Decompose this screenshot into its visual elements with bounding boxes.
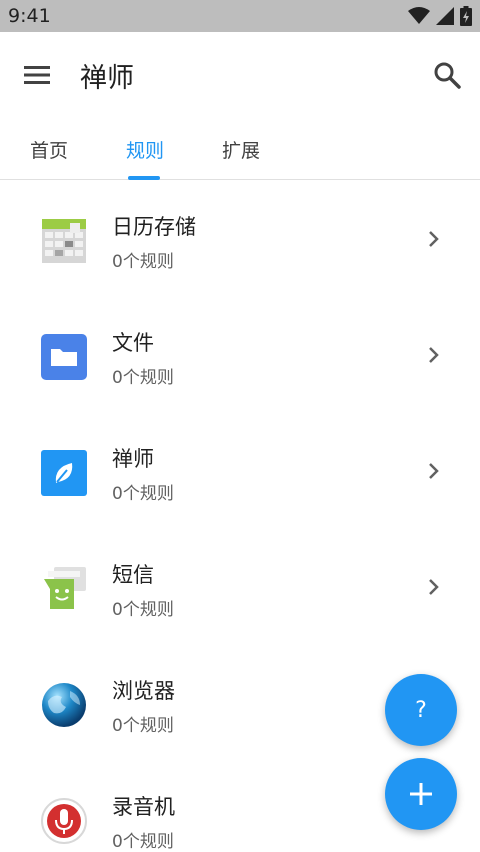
item-title: 短信 — [112, 563, 154, 587]
tab-home[interactable]: 首页 — [30, 136, 68, 163]
tab-indicator — [128, 176, 160, 180]
item-title: 日历存储 — [112, 215, 196, 239]
tab-bar: 首页 规则 扩展 — [0, 118, 480, 180]
item-subtitle: 0个规则 — [112, 716, 174, 736]
search-icon[interactable] — [432, 60, 462, 90]
help-label: ? — [415, 697, 427, 723]
signal-icon — [436, 7, 454, 25]
list-item[interactable]: 禅师 0个规则 — [0, 413, 480, 529]
status-time: 9:41 — [8, 5, 51, 27]
menu-icon[interactable] — [22, 62, 52, 88]
status-icons — [408, 6, 472, 26]
sms-icon — [44, 567, 86, 609]
item-title: 录音机 — [112, 795, 175, 819]
chevron-right-icon — [429, 463, 439, 479]
list-item[interactable]: 日历存储 0个规则 — [0, 181, 480, 297]
page-title: 禅师 — [80, 63, 134, 94]
tab-rules[interactable]: 规则 — [126, 136, 164, 163]
chevron-right-icon — [429, 347, 439, 363]
add-rule-button[interactable] — [385, 758, 457, 830]
item-subtitle: 0个规则 — [112, 600, 174, 620]
chevron-right-icon — [429, 231, 439, 247]
item-subtitle: 0个规则 — [112, 832, 174, 852]
plus-icon — [410, 783, 432, 805]
list-item[interactable]: 短信 0个规则 — [0, 529, 480, 645]
tab-extensions[interactable]: 扩展 — [222, 136, 260, 163]
item-subtitle: 0个规则 — [112, 484, 174, 504]
app-bar: 禅师 — [0, 32, 480, 118]
microphone-icon — [41, 798, 87, 844]
leaf-icon — [41, 450, 87, 496]
item-title: 浏览器 — [112, 679, 175, 703]
item-subtitle: 0个规则 — [112, 252, 174, 272]
calendar-storage-icon — [42, 219, 86, 263]
chevron-right-icon — [429, 579, 439, 595]
item-title: 禅师 — [112, 447, 154, 471]
help-button[interactable]: ? — [385, 674, 457, 746]
battery-icon — [460, 6, 472, 26]
status-bar: 9:41 — [0, 0, 480, 32]
globe-icon — [42, 683, 86, 727]
item-title: 文件 — [112, 331, 154, 355]
folder-icon — [41, 334, 87, 380]
list-item[interactable]: 文件 0个规则 — [0, 297, 480, 413]
item-subtitle: 0个规则 — [112, 368, 174, 388]
wifi-icon — [408, 7, 430, 24]
